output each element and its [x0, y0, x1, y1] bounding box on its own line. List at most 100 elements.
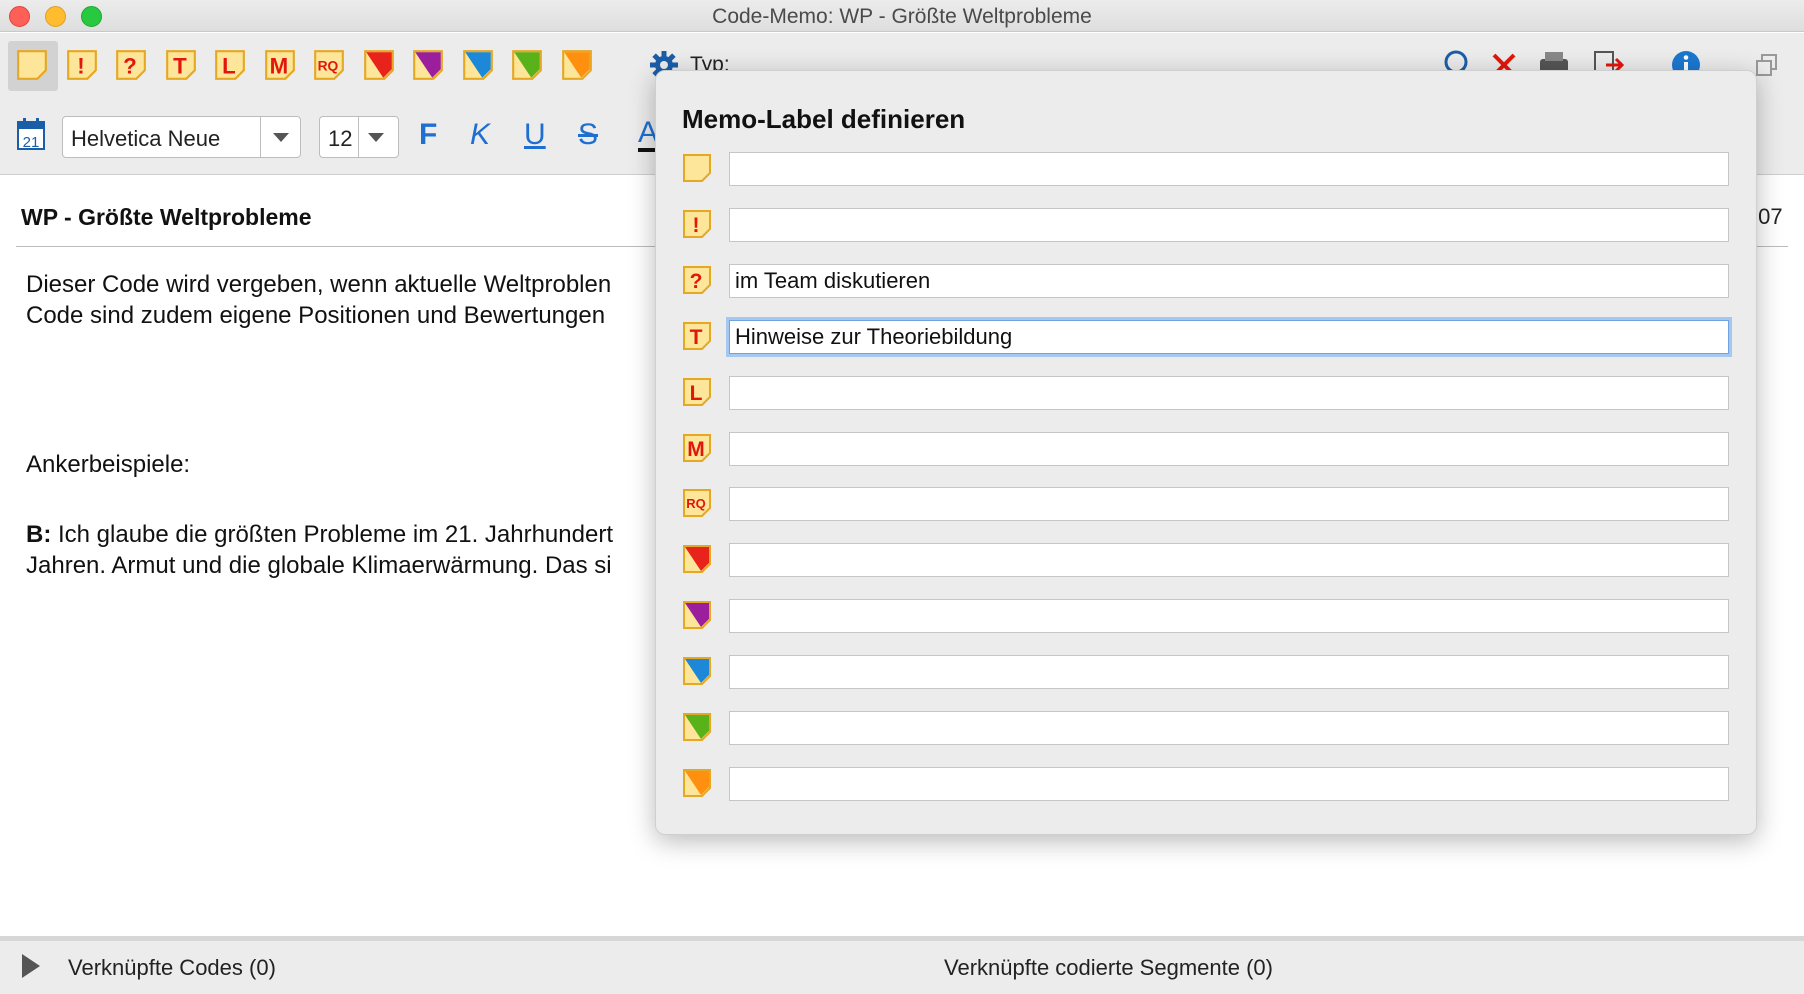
memo-label-row [656, 596, 1756, 636]
bold-button[interactable]: F [419, 118, 437, 152]
memo-label-row: ? [656, 261, 1756, 301]
svg-text:!: ! [77, 54, 84, 79]
memo-label-row [656, 708, 1756, 748]
linked-codes-label[interactable]: Verknüpfte Codes (0) [68, 955, 276, 981]
memo-label-icon-wrap: ! [681, 208, 713, 240]
memo-label-icon-wrap: L [681, 376, 713, 408]
memo-orange-icon [561, 50, 592, 80]
disclosure-triangle-icon[interactable] [22, 954, 40, 978]
memo-type-button[interactable]: M [263, 48, 297, 82]
italic-button[interactable]: K [470, 118, 490, 152]
svg-text:T: T [690, 326, 703, 349]
memo-orange-icon [683, 768, 711, 797]
memo-type-button[interactable]: ? [114, 48, 148, 82]
memo-label-row: M [656, 429, 1756, 469]
anchor-examples-heading: Ankerbeispiele: [26, 451, 191, 478]
memo-label-row: T [656, 317, 1756, 357]
memo-type-button[interactable] [461, 48, 495, 82]
linked-segments-label[interactable]: Verknüpfte codierte Segmente (0) [944, 955, 1273, 981]
memo-label-input[interactable] [729, 152, 1729, 186]
memo-rq-icon: RQ [314, 50, 344, 80]
memo-type-button[interactable]: RQ [312, 48, 346, 82]
strikethrough-button[interactable]: S [578, 118, 598, 152]
chevron-down-icon [368, 133, 384, 142]
memo-t-icon: T [683, 321, 711, 350]
memo-label-icon-wrap [681, 767, 713, 799]
title-bar: Code-Memo: WP - Größte Weltprobleme [0, 0, 1804, 32]
memo-rq-icon: RQ [683, 489, 711, 518]
memo-text-line: Jahren. Armut und die globale Klimaerwär… [26, 552, 612, 579]
memo-l-icon: L [683, 377, 711, 406]
memo-label-input[interactable] [729, 375, 1729, 410]
popover-title: Memo-Label definieren [682, 104, 966, 134]
memo-exclamation-icon: ! [683, 209, 711, 238]
code-memo-window: Code-Memo: WP - Größte Weltprobleme !? T L… [0, 0, 1804, 994]
memo-label-input[interactable] [729, 319, 1729, 354]
memo-text-line: Dieser Code wird vergeben, wenn aktuelle… [26, 271, 612, 298]
font-size-value: 12 [328, 126, 353, 151]
memo-blue-icon [462, 50, 493, 80]
memo-label-row: RQ [656, 484, 1756, 524]
memo-label-row [656, 540, 1756, 580]
linked-items-bar: Verknüpfte Codes (0) Verknüpfte codierte… [0, 936, 1804, 994]
svg-text:M: M [687, 438, 705, 461]
memo-red-icon [683, 545, 711, 574]
memo-type-button[interactable]: T [164, 48, 198, 82]
memo-type-button[interactable]: ! [65, 48, 99, 82]
memo-label-icon-wrap: ? [681, 264, 713, 296]
memo-label-row [656, 764, 1756, 804]
memo-label-input[interactable] [729, 431, 1729, 466]
svg-text:L: L [222, 54, 236, 79]
svg-text:RQ: RQ [318, 57, 339, 73]
memo-question-icon: ? [683, 265, 711, 294]
memo-m-icon: M [683, 433, 711, 462]
memo-label-icon-wrap [681, 152, 713, 184]
font-family-value: Helvetica Neue [71, 126, 221, 151]
memo-label-input[interactable] [729, 655, 1729, 690]
memo-label-input[interactable] [729, 207, 1729, 242]
memo-label-input[interactable] [729, 487, 1729, 522]
memo-type-button[interactable] [362, 48, 396, 82]
font-size-select[interactable]: 12 [319, 116, 399, 158]
calendar-icon[interactable]: 21 [16, 117, 46, 151]
memo-label-icon-wrap: T [681, 320, 713, 352]
memo-label-input[interactable] [729, 711, 1729, 745]
memo-label-icon-wrap [681, 599, 713, 631]
memo-t-icon: T [165, 50, 196, 80]
memo-type-button[interactable] [15, 48, 49, 82]
chevron-down-icon [273, 133, 289, 142]
memo-text-line: B: Ich glaube die größten Probleme im 21… [26, 521, 613, 549]
memo-type-button[interactable] [560, 48, 594, 82]
memo-m-icon: M [264, 50, 295, 80]
undock-icon[interactable] [1755, 53, 1779, 77]
memo-label-row: ! [656, 205, 1756, 245]
memo-type-button[interactable] [411, 48, 445, 82]
memo-blue-icon [683, 657, 711, 686]
memo-title: WP - Größte Weltprobleme [21, 204, 312, 230]
underline-button[interactable]: U [524, 118, 546, 152]
memo-question-icon: ? [116, 50, 146, 80]
memo-label-input[interactable] [729, 599, 1729, 634]
font-family-select[interactable]: Helvetica Neue [62, 116, 301, 158]
memo-label-icon-wrap [681, 543, 713, 575]
memo-text-span: Ich glaube die größten Probleme im 21. J… [51, 521, 613, 548]
memo-label-input[interactable] [729, 766, 1729, 801]
memo-label-icon-wrap [681, 711, 713, 743]
memo-plain-icon [683, 154, 711, 182]
svg-text:?: ? [690, 270, 703, 293]
memo-label-input[interactable] [729, 263, 1729, 298]
memo-green-icon [512, 50, 542, 80]
svg-text:M: M [269, 54, 288, 79]
svg-text:?: ? [123, 54, 137, 79]
memo-label-row [656, 149, 1756, 189]
memo-label-row [656, 652, 1756, 692]
calendar-day: 21 [23, 134, 40, 151]
memo-label-input[interactable] [729, 543, 1729, 578]
memo-type-button[interactable] [510, 48, 544, 82]
memo-type-button[interactable]: L [213, 48, 247, 82]
memo-label-icon-wrap: RQ [681, 487, 713, 519]
svg-text:!: ! [693, 214, 700, 237]
memo-label-icon-wrap: M [681, 432, 713, 464]
svg-text:L: L [690, 382, 703, 405]
memo-label-icon-wrap [681, 655, 713, 687]
